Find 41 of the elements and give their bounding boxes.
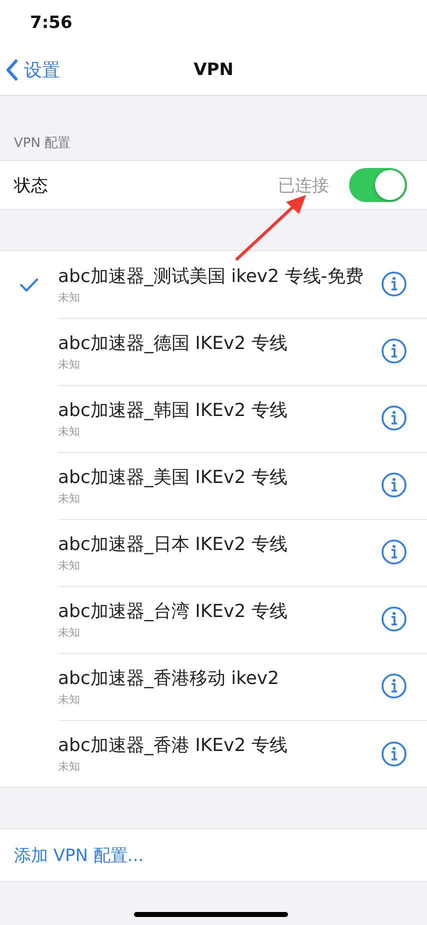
vpn-status: 未知 — [58, 558, 80, 572]
info-button[interactable] — [381, 539, 407, 565]
info-button[interactable] — [381, 472, 407, 498]
info-icon — [381, 539, 407, 565]
vpn-name[interactable]: abc加速器_韩国 IKEv2 专线 — [58, 398, 288, 422]
info-icon — [381, 740, 407, 766]
vpn-name[interactable]: abc加速器_香港 IKEv2 专线 — [58, 733, 288, 757]
info-icon — [381, 338, 407, 364]
info-button[interactable] — [381, 673, 407, 699]
info-button[interactable] — [381, 405, 407, 431]
vpn-status: 未知 — [58, 356, 80, 372]
info-icon — [381, 673, 407, 699]
vpn-status: 未知 — [58, 490, 80, 506]
info-button[interactable] — [381, 606, 407, 632]
status-value: 已连接 — [278, 174, 329, 196]
vpn-name[interactable]: abc加速器_日本 IKEv2 专线 — [58, 532, 288, 556]
page-title: VPN — [194, 60, 234, 80]
vpn-name[interactable]: abc加速器_德国 IKEv2 专线 — [58, 330, 288, 354]
vpn-name[interactable]: abc加速器_台湾 IKEv2 专线 — [58, 598, 288, 622]
vpn-status: 未知 — [58, 759, 80, 774]
vpn-status: 未知 — [58, 624, 80, 640]
vpn-toggle[interactable] — [349, 168, 407, 202]
info-button[interactable] — [381, 271, 407, 297]
add-vpn-button[interactable]: 添加 VPN 配置... — [14, 844, 144, 866]
status-time: 7:56 — [30, 12, 72, 32]
vpn-status: 未知 — [58, 290, 80, 304]
vpn-status: 未知 — [58, 692, 80, 706]
info-icon — [381, 472, 407, 498]
info-icon — [381, 271, 407, 297]
info-icon — [381, 606, 407, 632]
chevron-left-icon — [6, 59, 18, 81]
info-button[interactable] — [381, 338, 407, 364]
vpn-name[interactable]: abc加速器_美国 IKEv2 专线 — [58, 464, 288, 488]
vpn-name[interactable]: abc加速器_测试美国 ikev2 专线-免费 — [58, 264, 364, 288]
vpn-status: 未知 — [58, 424, 80, 438]
section-header: VPN 配置 — [14, 135, 72, 152]
info-icon — [381, 405, 407, 431]
status-label: 状态 — [14, 174, 49, 196]
vpn-name[interactable]: abc加速器_香港移动 ikev2 — [58, 666, 280, 690]
info-button[interactable] — [381, 740, 407, 766]
back-button[interactable]: 设置 — [0, 58, 60, 82]
